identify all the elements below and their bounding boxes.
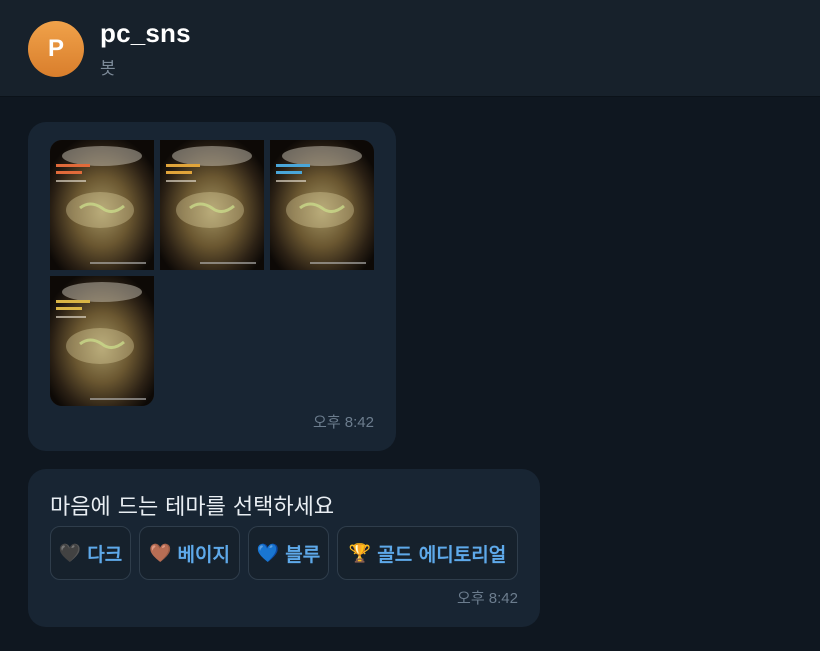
trophy-icon: 🏆	[348, 542, 372, 564]
chat-header: P pc_sns 봇	[0, 0, 820, 97]
blue-heart-icon: 💙	[256, 542, 280, 564]
photo-thumbnail[interactable]	[50, 140, 154, 270]
theme-dark-button[interactable]: 🖤 다크	[50, 526, 131, 580]
avatar-letter: P	[47, 35, 64, 62]
photo-thumbnail[interactable]	[270, 140, 374, 270]
photo-thumbnail[interactable]	[50, 276, 154, 406]
message-timestamp: 오후 8:42	[313, 414, 374, 431]
theme-select-message: 마음에 드는 테마를 선택하세요 🖤 다크 🤎 베이지 💙 블루 🏆 골드 에디…	[28, 469, 540, 627]
button-label: 다크	[87, 543, 123, 566]
chat-subtitle: 봇	[100, 59, 116, 79]
message-timestamp: 오후 8:42	[457, 590, 518, 607]
theme-blue-button[interactable]: 💙 블루	[248, 526, 329, 580]
chat-title[interactable]: pc_sns	[100, 18, 191, 49]
brown-heart-icon: 🤎	[149, 542, 172, 564]
button-label: 베이지	[177, 543, 230, 566]
photo-thumbnail[interactable]	[160, 140, 264, 270]
black-heart-icon: 🖤	[58, 542, 82, 564]
theme-beige-button[interactable]: 🤎 베이지	[139, 526, 240, 580]
button-label: 블루	[285, 543, 321, 566]
photo-album-message: 오후 8:42	[28, 122, 396, 451]
button-label: 골드 에디토리얼	[377, 543, 507, 566]
message-text: 마음에 드는 테마를 선택하세요	[50, 495, 335, 520]
avatar[interactable]: P	[28, 21, 84, 77]
theme-gold-editorial-button[interactable]: 🏆 골드 에디토리얼	[337, 526, 518, 580]
